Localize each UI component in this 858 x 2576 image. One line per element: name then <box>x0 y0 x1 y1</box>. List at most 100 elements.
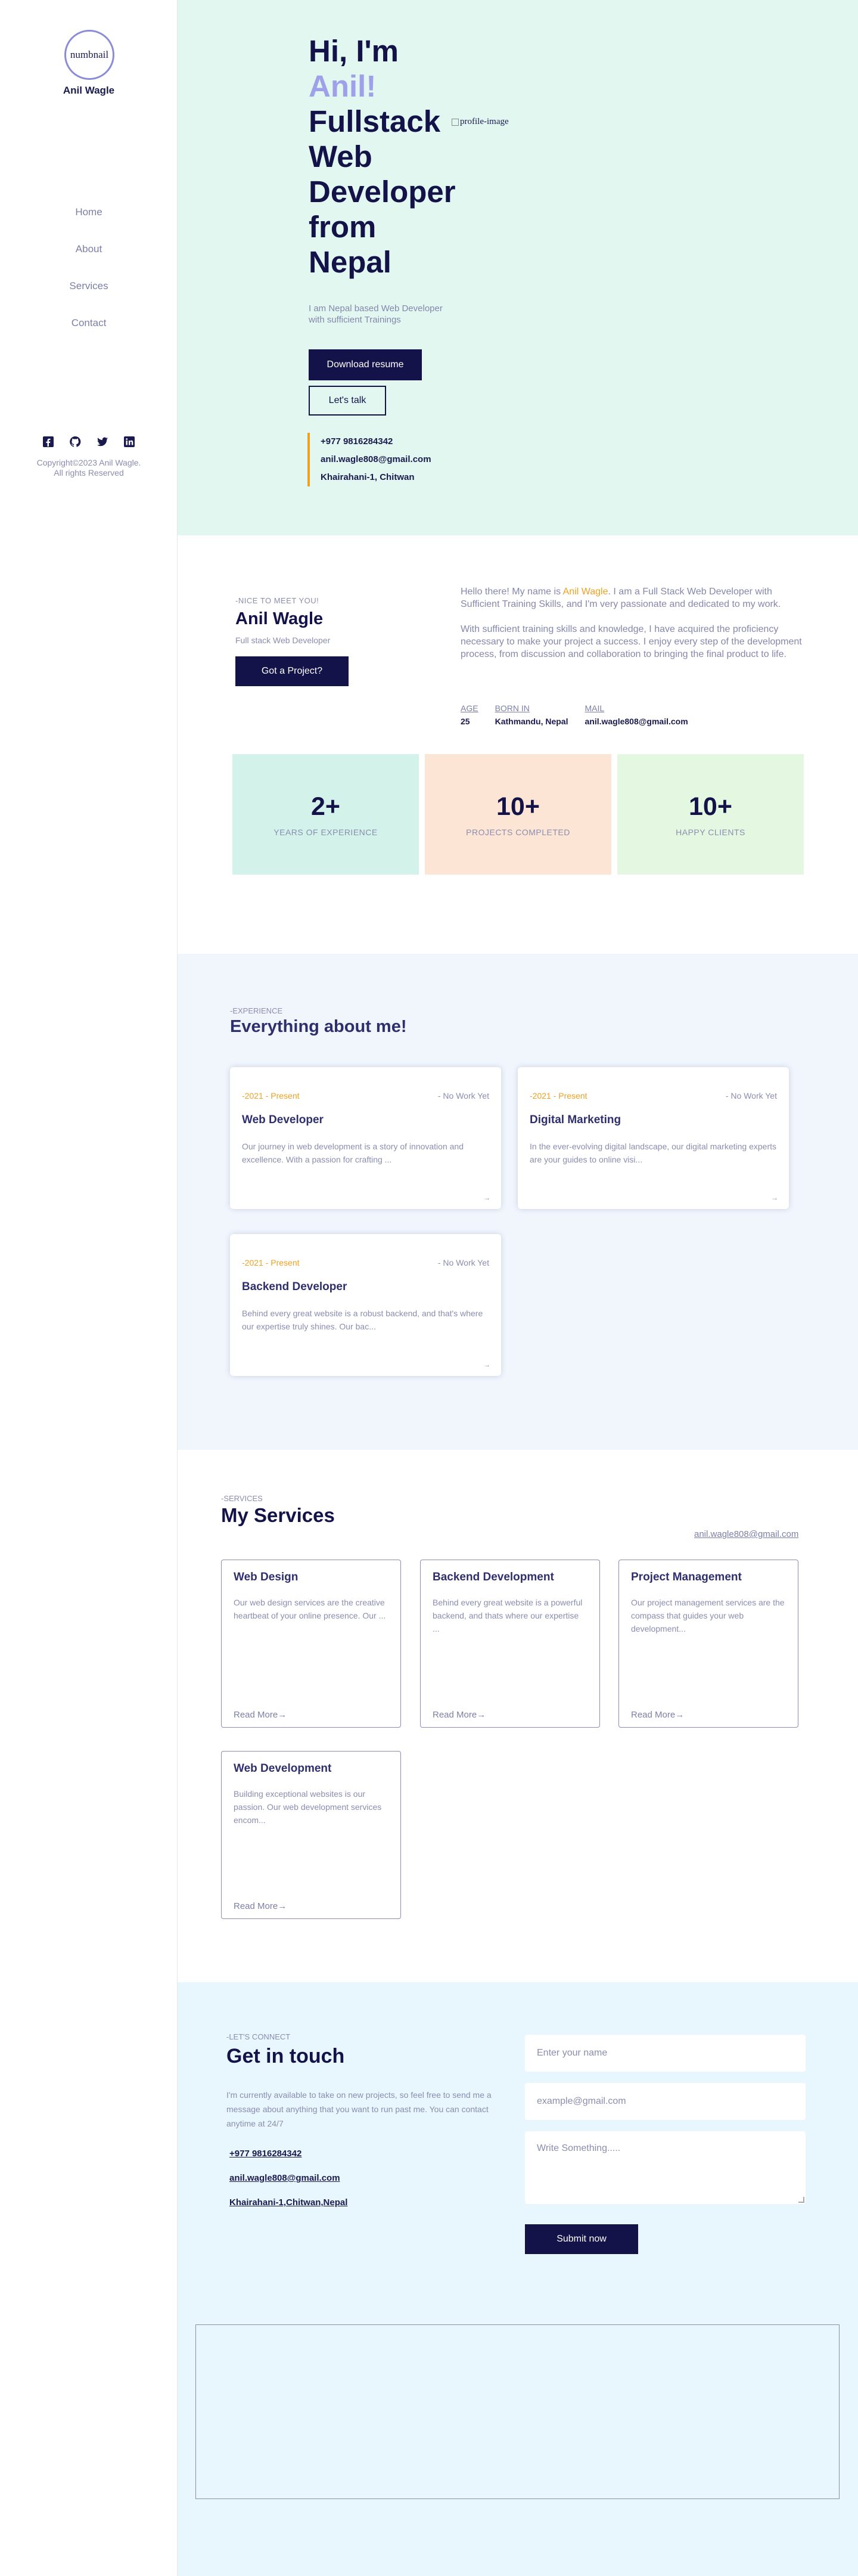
hero-subtitle: I am Nepal based Web Developer with suff… <box>309 303 443 325</box>
experience-date: -2021 - Present <box>242 1091 300 1101</box>
experience-status: - No Work Yet <box>437 1091 489 1101</box>
stat-number: 2+ <box>310 792 341 821</box>
copyright-line-1: Copyright©2023 Anil Wagle. <box>36 458 141 467</box>
services-title: My Services <box>221 1504 335 1526</box>
experience-date: -2021 - Present <box>242 1258 300 1267</box>
experience-title-text: Backend Developer <box>242 1281 347 1293</box>
service-card[interactable]: Backend Development Behind every great w… <box>420 1560 600 1728</box>
logo[interactable]: numbnail <box>64 30 114 80</box>
service-title: Backend Development <box>433 1571 554 1583</box>
message-textarea[interactable]: Write Something..... <box>525 2131 806 2204</box>
brand-name: Anil Wagle <box>63 85 115 96</box>
copyright: Copyright©2023 Anil Wagle. All rights Re… <box>0 458 178 478</box>
contact-section: -LET'S CONNECT Get in touch I'm currentl… <box>178 1982 858 2576</box>
stat-number: 10+ <box>689 792 732 821</box>
nav-item-about[interactable]: About <box>0 240 178 277</box>
hero-greeting: Hi, I'm <box>309 34 399 68</box>
experience-title-text: Web Developer <box>242 1114 324 1126</box>
fact-value: 25 <box>461 717 470 726</box>
hero-line-4: from <box>309 210 377 244</box>
stat-label: PROJECTS COMPLETED <box>466 827 570 837</box>
experience-status: - No Work Yet <box>725 1091 777 1101</box>
email-input[interactable]: example@gmail.com <box>525 2083 806 2120</box>
got-a-project-button[interactable]: Got a Project? <box>235 656 349 686</box>
contact-address-link[interactable]: Khairahani-1,Chitwan,Nepal <box>229 2197 347 2208</box>
hero-contact-info: +977 9816284342 anil.wagle808@gmail.com … <box>307 433 431 486</box>
profile-image-alt: profile-image <box>460 117 509 126</box>
experience-tag: -EXPERIENCE <box>230 1006 283 1015</box>
read-more-link[interactable]: Read More→ <box>234 1901 287 1911</box>
map-embed[interactable] <box>195 2324 840 2499</box>
services-email-link[interactable]: anil.wagle808@gmail.com <box>694 1529 798 1539</box>
main-nav: Home About Services Contact <box>0 203 178 351</box>
service-card[interactable]: Project Management Our project managemen… <box>618 1560 798 1728</box>
hero-line-2: Web <box>309 140 372 173</box>
read-more-link[interactable]: Read More→ <box>631 1710 684 1720</box>
about-text: Hello there! My name is Anil Wagle. I am… <box>461 585 806 673</box>
read-more-link[interactable]: Read More→ <box>234 1710 287 1720</box>
service-card[interactable]: Web Design Our web design services are t… <box>221 1560 401 1728</box>
facebook-icon[interactable] <box>42 435 55 448</box>
fact-key: BORN IN <box>495 703 530 713</box>
contact-title: Get in touch <box>226 2045 345 2067</box>
about-name: Anil Wagle <box>235 609 324 628</box>
profile-image: profile-image <box>452 117 509 127</box>
stat-clients: 10+ HAPPY CLIENTS <box>617 754 804 875</box>
experience-card[interactable]: -2021 - Present - No Work Yet Digital Ma… <box>518 1067 789 1209</box>
broken-image-icon <box>452 118 459 126</box>
about-paragraph-1: Hello there! My name is Anil Wagle. I am… <box>461 585 806 610</box>
service-card[interactable]: Web Development Building exceptional web… <box>221 1751 401 1919</box>
arrow-right-icon[interactable]: → <box>483 1194 490 1202</box>
experience-card[interactable]: -2021 - Present - No Work Yet Backend De… <box>230 1234 501 1376</box>
hero-phone: +977 9816284342 <box>321 436 393 447</box>
experience-date: -2021 - Present <box>530 1091 587 1101</box>
hero-line-3: Developer <box>309 175 456 209</box>
contact-tag: -LET'S CONNECT <box>226 2032 291 2041</box>
arrow-right-icon[interactable]: → <box>771 1194 778 1202</box>
experience-card[interactable]: -2021 - Present - No Work Yet Web Develo… <box>230 1067 501 1209</box>
hero-title: Hi, I'm Anil! Fullstack Web Developer fr… <box>309 33 464 280</box>
sidebar: numbnail Anil Wagle Home About Services … <box>0 0 178 2576</box>
fact-born-in: BORN IN Kathmandu, Nepal <box>495 703 568 726</box>
download-resume-button[interactable]: Download resume <box>309 349 422 380</box>
linkedin-icon[interactable] <box>123 435 136 448</box>
submit-button[interactable]: Submit now <box>525 2224 638 2254</box>
about-highlight-name: Anil Wagle <box>562 587 608 597</box>
read-more-link[interactable]: Read More→ <box>433 1710 486 1720</box>
service-description: Our project management services are the … <box>631 1598 785 1633</box>
lets-talk-button[interactable]: Let's talk <box>309 386 386 416</box>
arrow-right-icon[interactable]: → <box>483 1360 490 1369</box>
service-description: Our web design services are the creative… <box>234 1598 386 1620</box>
nav-item-home[interactable]: Home <box>0 203 178 240</box>
service-title: Web Design <box>234 1571 299 1583</box>
name-input[interactable]: Enter your name <box>525 2035 806 2072</box>
experience-title-text: Digital Marketing <box>530 1114 621 1126</box>
fact-mail: MAIL anil.wagle808@gmail.com <box>585 703 688 726</box>
github-icon[interactable] <box>69 435 82 448</box>
hero-email: anil.wagle808@gmail.com <box>321 454 431 464</box>
service-description: Behind every great website is a powerful… <box>433 1598 583 1633</box>
nav-item-contact[interactable]: Contact <box>0 314 178 351</box>
contact-email-link[interactable]: anil.wagle808@gmail.com <box>229 2173 340 2183</box>
message-placeholder: Write Something..... <box>537 2143 621 2153</box>
about-facts: AGE 25 BORN IN Kathmandu, Nepal MAIL ani… <box>461 703 688 726</box>
services-tag: -SERVICES <box>221 1494 263 1503</box>
nav-item-services[interactable]: Services <box>0 277 178 314</box>
stat-label: HAPPY CLIENTS <box>676 827 745 837</box>
stat-label: YEARS OF EXPERIENCE <box>273 827 378 837</box>
contact-phone-link[interactable]: +977 9816284342 <box>229 2149 301 2159</box>
logo-alt-text: numbnail <box>70 49 109 60</box>
stat-experience: 2+ YEARS OF EXPERIENCE <box>232 754 419 875</box>
fact-value: anil.wagle808@gmail.com <box>585 717 688 726</box>
stats-row: 2+ YEARS OF EXPERIENCE 10+ PROJECTS COMP… <box>232 754 804 875</box>
hero-line-1: Fullstack <box>309 104 441 138</box>
experience-section: -EXPERIENCE Everything about me! -2021 -… <box>178 954 858 1450</box>
twitter-icon[interactable] <box>96 435 109 448</box>
fact-age: AGE 25 <box>461 703 478 726</box>
hero-line-5: Nepal <box>309 245 391 279</box>
experience-card-meta: -2021 - Present - No Work Yet <box>530 1091 777 1101</box>
resize-handle-icon[interactable] <box>798 2197 804 2203</box>
stat-projects: 10+ PROJECTS COMPLETED <box>425 754 611 875</box>
experience-description: Our journey in web development is a stor… <box>242 1142 464 1164</box>
copyright-line-2: All rights Reserved <box>54 468 124 478</box>
